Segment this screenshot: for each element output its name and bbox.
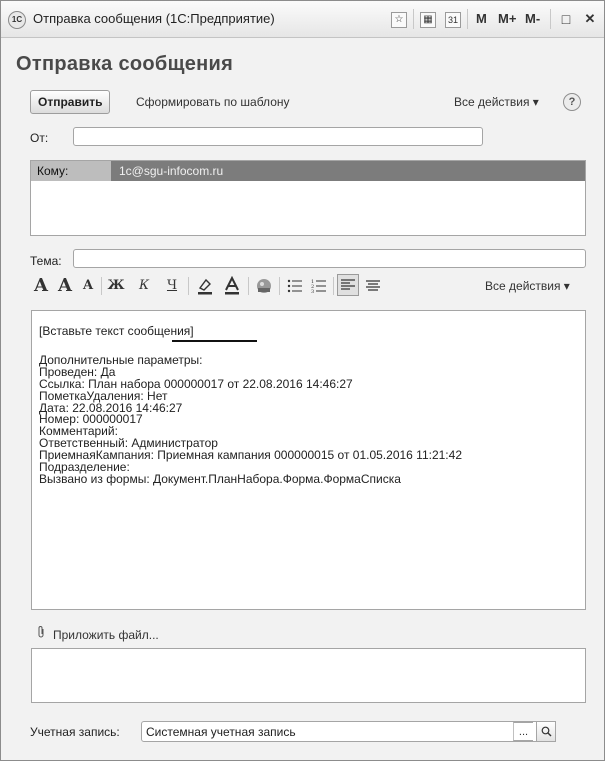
message-window: 1С Отправка сообщения (1С:Предприятие) ☆…: [0, 0, 605, 761]
toolbar-divider: [188, 277, 189, 295]
message-text: Дополнительные параметры: Проведен: Да С…: [39, 354, 462, 486]
to-address[interactable]: 1c@sgu-infocom.ru: [119, 164, 223, 178]
recipients-table[interactable]: Кому: 1c@sgu-infocom.ru: [30, 160, 586, 236]
help-icon[interactable]: ?: [563, 93, 581, 111]
account-label: Учетная запись:: [30, 725, 120, 739]
account-select-button[interactable]: ...: [513, 722, 533, 741]
send-button[interactable]: Отправить: [30, 90, 111, 114]
subject-label: Тема:: [30, 254, 62, 268]
paperclip-icon: [37, 625, 47, 642]
from-field[interactable]: [73, 127, 483, 146]
from-label: От:: [30, 131, 49, 145]
all-actions-menu[interactable]: Все действия ▾: [454, 95, 539, 109]
toolbar-divider: [333, 277, 334, 295]
message-body-editor[interactable]: [Вставьте текст сообщения] Дополнительны…: [31, 310, 586, 610]
underline-icon[interactable]: Ч: [163, 275, 181, 297]
account-open-icon[interactable]: [536, 721, 556, 742]
placeholder-underline: [172, 340, 257, 342]
highlight-color-icon[interactable]: [194, 275, 216, 297]
account-field[interactable]: Системная учетная запись: [141, 721, 555, 742]
decrease-font-icon[interactable]: A: [79, 275, 97, 297]
window-title: Отправка сообщения (1С:Предприятие): [33, 11, 275, 26]
attach-file-label: Приложить файл...: [53, 628, 159, 642]
message-placeholder: [Вставьте текст сообщения]: [39, 324, 194, 338]
titlebar-divider: [413, 9, 414, 29]
memory-plus-button[interactable]: M+: [498, 11, 516, 26]
align-center-icon[interactable]: [363, 275, 383, 297]
align-left-icon[interactable]: [337, 274, 359, 296]
maximize-icon[interactable]: □: [557, 10, 575, 28]
attachments-list[interactable]: [31, 648, 586, 703]
subject-field[interactable]: [73, 249, 586, 268]
bold-icon[interactable]: Ж: [107, 275, 125, 297]
format-all-actions-menu[interactable]: Все действия ▾: [485, 279, 570, 293]
titlebar-divider: [467, 9, 468, 29]
calendar-icon[interactable]: 31: [445, 12, 461, 28]
form-title: Отправка сообщения: [16, 53, 234, 75]
svg-text:3: 3: [311, 289, 314, 294]
format-toolbar: A A A Ж К Ч 123 Все действия ▾: [31, 273, 591, 299]
to-label: Кому:: [37, 164, 69, 178]
bullet-list-icon[interactable]: [285, 275, 305, 297]
title-bar: 1С Отправка сообщения (1С:Предприятие) ☆…: [1, 1, 604, 38]
close-icon[interactable]: ✕: [581, 10, 599, 28]
attach-file-link[interactable]: Приложить файл...: [37, 625, 159, 642]
numbered-list-icon[interactable]: 123: [309, 275, 329, 297]
toolbar-divider: [101, 277, 102, 295]
message-line: Вызвано из формы: Документ.ПланНабора.Фо…: [39, 471, 401, 486]
toolbar-divider: [248, 277, 249, 295]
app-1c-icon[interactable]: 1С: [8, 11, 26, 29]
template-button[interactable]: Сформировать по шаблону: [136, 95, 290, 109]
text-color-icon[interactable]: [221, 275, 243, 297]
memory-minus-button[interactable]: M-: [525, 11, 540, 26]
titlebar-divider: [550, 9, 551, 29]
favorite-star-icon[interactable]: ☆: [391, 12, 407, 28]
increase-font-icon[interactable]: A: [55, 275, 75, 297]
memory-m-button[interactable]: M: [476, 11, 487, 26]
recipient-row[interactable]: Кому: 1c@sgu-infocom.ru: [31, 161, 585, 181]
font-size-icon[interactable]: A: [31, 275, 51, 297]
calculator-icon[interactable]: ▦: [420, 12, 436, 28]
italic-icon[interactable]: К: [135, 275, 153, 297]
account-value: Системная учетная запись: [146, 725, 296, 739]
underline-label: Ч: [166, 278, 178, 293]
toolbar-divider: [279, 277, 280, 295]
insert-image-icon[interactable]: [253, 275, 275, 297]
